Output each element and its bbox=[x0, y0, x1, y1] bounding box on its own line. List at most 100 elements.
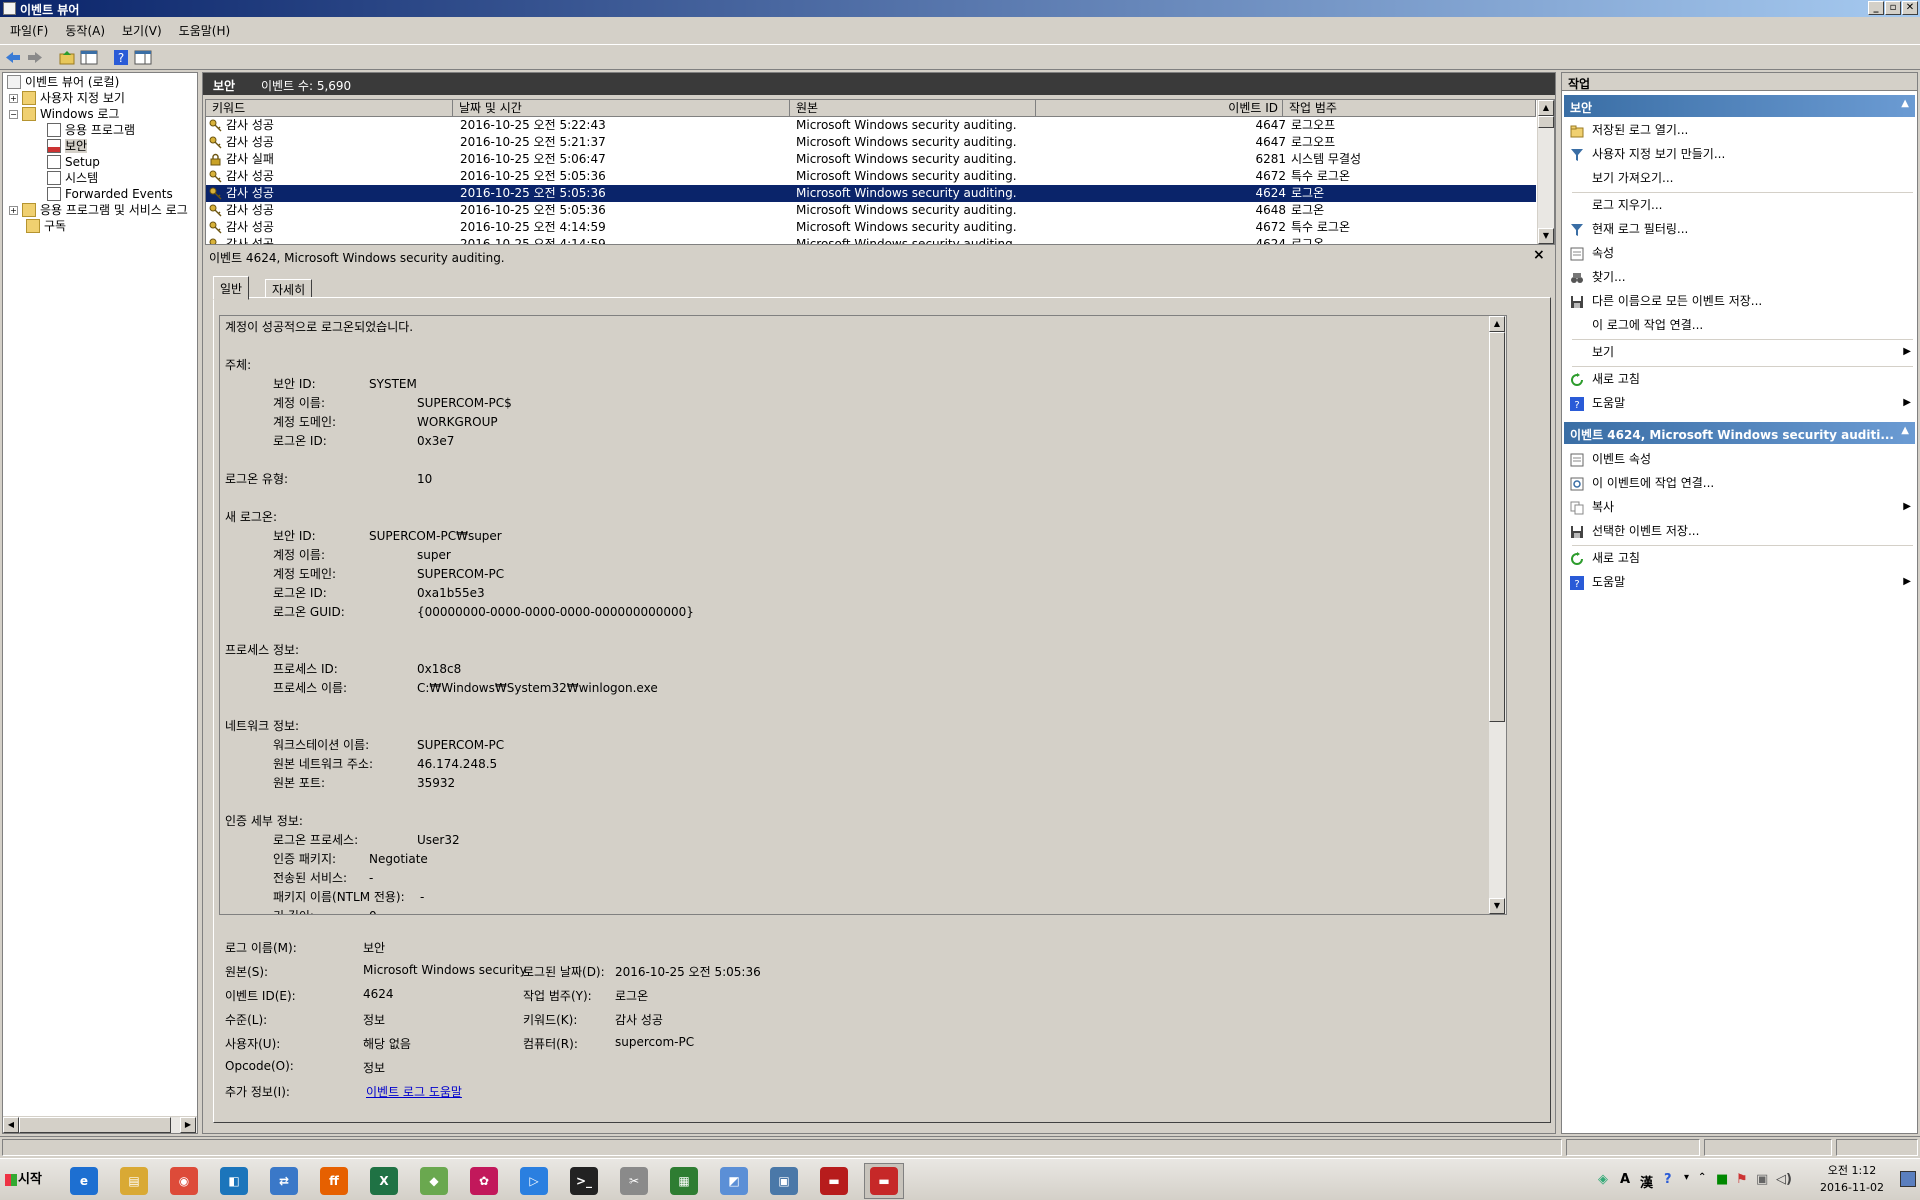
column-source[interactable]: 원본 bbox=[790, 100, 1036, 117]
up-folder-icon[interactable] bbox=[58, 49, 76, 66]
taskbar-app-button[interactable]: ◆ bbox=[414, 1163, 454, 1199]
hanja-mode[interactable]: 漢 bbox=[1640, 1172, 1653, 1191]
actions-section-security[interactable]: 보안 ▲ bbox=[1564, 95, 1915, 117]
action-item[interactable]: 새로 고침 bbox=[1570, 368, 1913, 390]
taskbar-app-button[interactable]: ⇄ bbox=[264, 1163, 304, 1199]
table-row[interactable]: 감사 성공 2016-10-25 오전 4:14:59 Microsoft Wind… bbox=[206, 236, 1536, 244]
tree-root[interactable]: 이벤트 뷰어 (로컬) bbox=[7, 74, 119, 90]
close-icon[interactable]: × bbox=[1533, 247, 1545, 263]
event-log-help-link[interactable]: 이벤트 로그 도움말 bbox=[366, 1083, 462, 1100]
action-item[interactable]: 저장된 로그 열기... bbox=[1570, 119, 1913, 141]
column-datetime[interactable]: 날짜 및 시간 bbox=[453, 100, 790, 117]
action-item[interactable]: 보기 ▶ bbox=[1570, 341, 1913, 363]
action-item[interactable]: 보기 가져오기... bbox=[1570, 167, 1913, 189]
tab-details[interactable]: 자세히 bbox=[265, 279, 313, 298]
action-item[interactable]: 로그 지우기... bbox=[1570, 194, 1913, 216]
scroll-thumb[interactable] bbox=[1538, 116, 1554, 128]
taskbar-app-button[interactable]: ◩ bbox=[714, 1163, 754, 1199]
back-icon[interactable] bbox=[4, 49, 22, 66]
language-bar-icon[interactable]: ◈ bbox=[1598, 1172, 1608, 1188]
tree-horizontal-scrollbar[interactable]: ◀ ▶ bbox=[3, 1116, 197, 1133]
scroll-up-button[interactable]: ▲ bbox=[1538, 100, 1554, 116]
scroll-left-button[interactable]: ◀ bbox=[3, 1117, 19, 1133]
action-item[interactable]: 복사 ▶ bbox=[1570, 496, 1913, 518]
tree-windows-logs[interactable]: − Windows 로그 bbox=[9, 106, 119, 122]
taskbar-app-button[interactable]: ▷ bbox=[514, 1163, 554, 1199]
status-icon[interactable]: ■ bbox=[1716, 1172, 1728, 1188]
menu-help[interactable]: 도움말(H) bbox=[169, 17, 238, 39]
show-action-pane-icon[interactable] bbox=[134, 49, 152, 66]
clock[interactable]: 오전 1:12 2016-11-02 bbox=[1812, 1162, 1892, 1196]
menu-view[interactable]: 보기(V) bbox=[112, 17, 169, 39]
taskbar-app-button[interactable]: >_ bbox=[564, 1163, 604, 1199]
close-button[interactable]: ✕ bbox=[1902, 1, 1918, 15]
taskbar-app-button[interactable]: ff bbox=[314, 1163, 354, 1199]
options-icon[interactable]: ▾ bbox=[1684, 1172, 1689, 1188]
minimize-button[interactable]: _ bbox=[1868, 1, 1884, 15]
table-row[interactable]: 감사 성공 2016-10-25 오전 4:14:59 Microsoft Wind… bbox=[206, 219, 1536, 236]
taskbar-app-button[interactable]: ▬ bbox=[864, 1163, 904, 1199]
table-row[interactable]: 감사 성공 2016-10-25 오전 5:05:36 Microsoft Wind… bbox=[206, 202, 1536, 219]
tab-general[interactable]: 일반 bbox=[213, 276, 250, 300]
taskbar-app-button[interactable]: ✿ bbox=[464, 1163, 504, 1199]
collapse-icon[interactable]: − bbox=[9, 110, 18, 119]
network-icon[interactable]: ▣ bbox=[1756, 1172, 1768, 1188]
help-icon[interactable]: ? bbox=[1664, 1172, 1672, 1188]
tree-subscriptions[interactable]: 구독 bbox=[26, 218, 66, 234]
taskbar-app-button[interactable]: ▣ bbox=[764, 1163, 804, 1199]
show-desktop-icon[interactable] bbox=[1900, 1171, 1916, 1187]
scroll-thumb[interactable] bbox=[1489, 332, 1505, 722]
action-item[interactable]: 선택한 이벤트 저장... bbox=[1570, 520, 1913, 542]
show-hidden-icons[interactable]: ⌃ bbox=[1698, 1172, 1706, 1188]
taskbar-app-button[interactable]: ✂ bbox=[614, 1163, 654, 1199]
action-item[interactable]: ? 도움말 ▶ bbox=[1570, 392, 1913, 414]
ime-mode[interactable]: A bbox=[1620, 1172, 1630, 1188]
actions-section-event[interactable]: 이벤트 4624, Microsoft Windows security aud… bbox=[1564, 422, 1915, 444]
start-button[interactable]: 시작 bbox=[2, 1166, 52, 1194]
expand-icon[interactable]: + bbox=[9, 206, 18, 215]
taskbar-app-button[interactable]: e bbox=[64, 1163, 104, 1199]
forward-icon[interactable] bbox=[26, 49, 44, 66]
tree-security-log[interactable]: 보안 bbox=[47, 138, 88, 154]
tree-forwarded-events[interactable]: Forwarded Events bbox=[47, 186, 173, 202]
menu-file[interactable]: 파일(F) bbox=[0, 17, 55, 39]
taskbar-app-button[interactable]: ◧ bbox=[214, 1163, 254, 1199]
taskbar-app-button[interactable]: ◉ bbox=[164, 1163, 204, 1199]
action-item[interactable]: 사용자 지정 보기 만들기... bbox=[1570, 143, 1913, 165]
tree-application-log[interactable]: 응용 프로그램 bbox=[47, 122, 135, 138]
description-scrollbar[interactable]: ▲ ▼ bbox=[1489, 316, 1506, 914]
event-list-scrollbar[interactable]: ▲ ▼ bbox=[1537, 100, 1554, 244]
action-item[interactable]: 속성 bbox=[1570, 242, 1913, 264]
scroll-down-button[interactable]: ▼ bbox=[1538, 228, 1554, 244]
tree-system-log[interactable]: 시스템 bbox=[47, 170, 98, 186]
flag-icon[interactable]: ⚑ bbox=[1736, 1172, 1748, 1188]
action-item[interactable]: 새로 고침 bbox=[1570, 547, 1913, 569]
action-item[interactable]: ? 도움말 ▶ bbox=[1570, 571, 1913, 593]
table-row[interactable]: 감사 성공 2016-10-25 오전 5:21:37 Microsoft Wind… bbox=[206, 134, 1536, 151]
column-keyword[interactable]: 키워드 bbox=[206, 100, 453, 117]
volume-icon[interactable]: ◁) bbox=[1776, 1172, 1792, 1188]
column-event-id[interactable]: 이벤트 ID bbox=[1036, 100, 1283, 117]
help-icon[interactable]: ? bbox=[112, 49, 130, 66]
taskbar-app-button[interactable]: X bbox=[364, 1163, 404, 1199]
action-item[interactable]: 이 로그에 작업 연결... bbox=[1570, 314, 1913, 336]
tree-app-services-logs[interactable]: + 응용 프로그램 및 서비스 로그 bbox=[9, 202, 188, 218]
action-item[interactable]: 찾기... bbox=[1570, 266, 1913, 288]
maximize-button[interactable]: ▫ bbox=[1885, 1, 1901, 15]
table-row[interactable]: 감사 성공 2016-10-25 오전 5:05:36 Microsoft Wind… bbox=[206, 168, 1536, 185]
taskbar-app-button[interactable]: ▬ bbox=[814, 1163, 854, 1199]
taskbar-app-button[interactable]: ▤ bbox=[114, 1163, 154, 1199]
show-hide-tree-icon[interactable] bbox=[80, 49, 98, 66]
table-row[interactable]: 감사 성공 2016-10-25 오전 5:05:36 Microsoft Wind… bbox=[206, 185, 1536, 202]
expand-icon[interactable]: + bbox=[9, 94, 18, 103]
action-item[interactable]: 다른 이름으로 모든 이벤트 저장... bbox=[1570, 290, 1913, 312]
scroll-down-button[interactable]: ▼ bbox=[1489, 898, 1505, 914]
action-item[interactable]: 이벤트 속성 bbox=[1570, 448, 1913, 470]
taskbar-app-button[interactable]: ▦ bbox=[664, 1163, 704, 1199]
table-row[interactable]: 감사 실패 2016-10-25 오전 5:06:47 Microsoft Wind… bbox=[206, 151, 1536, 168]
collapse-icon[interactable]: ▲ bbox=[1901, 98, 1909, 109]
action-item[interactable]: 현재 로그 필터링... bbox=[1570, 218, 1913, 240]
action-item[interactable]: 이 이벤트에 작업 연결... bbox=[1570, 472, 1913, 494]
menu-action[interactable]: 동작(A) bbox=[55, 17, 112, 39]
table-row[interactable]: 감사 성공 2016-10-25 오전 5:22:43 Microsoft Wind… bbox=[206, 117, 1536, 134]
